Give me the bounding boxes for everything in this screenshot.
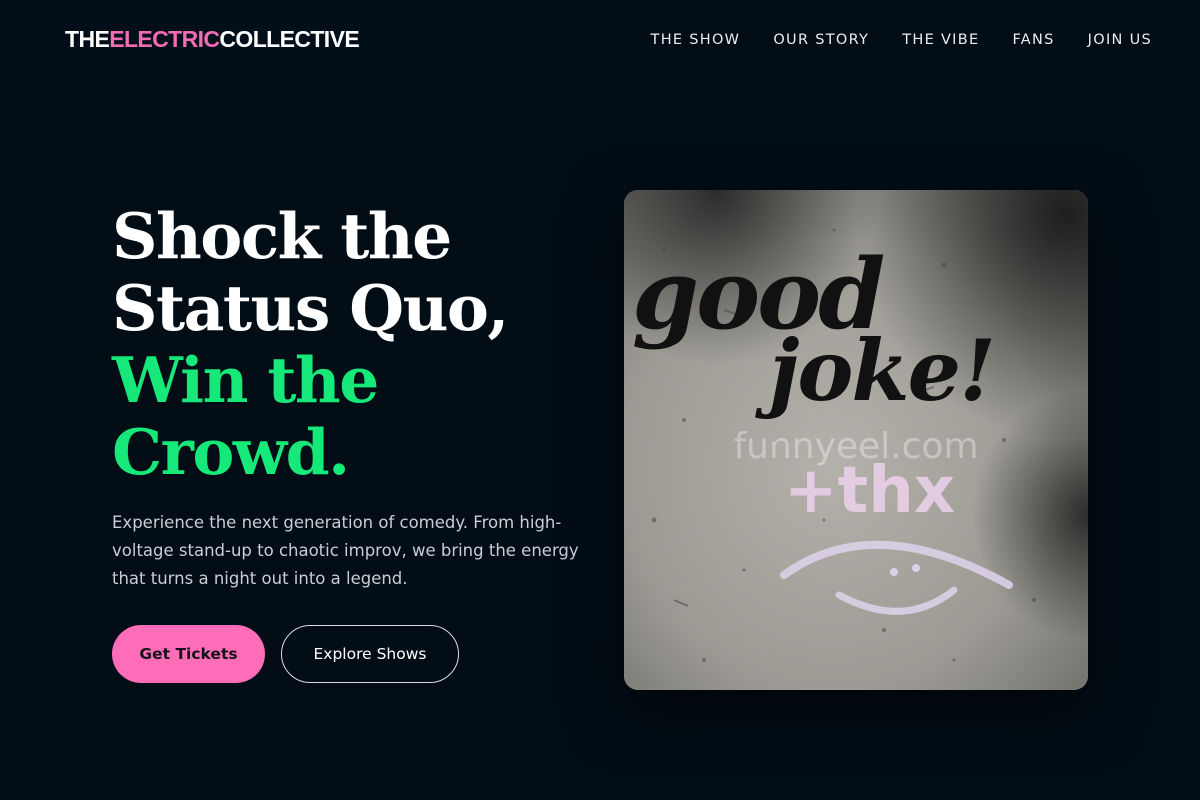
headline-line: Status Quo, — [112, 271, 509, 345]
hero-headline: Shock the Status Quo, Win the Crowd. — [112, 200, 592, 488]
graffiti-wall-image: good joke! +thx funnyeel.com — [624, 190, 1088, 690]
nav-link-fans[interactable]: FANS — [1012, 31, 1054, 49]
brand-accent: ELECTRIC — [109, 25, 220, 52]
brand-logo[interactable]: THE ELECTRIC COLLECTIVE — [48, 12, 378, 66]
get-tickets-button[interactable]: Get Tickets — [112, 625, 265, 683]
graffiti-text-joke: joke! — [755, 321, 994, 420]
explore-shows-button[interactable]: Explore Shows — [281, 625, 459, 683]
watermark-text: funnyeel.com — [733, 426, 978, 467]
headline-line: Shock the — [112, 199, 452, 273]
hero-image: good joke! +thx funnyeel.com — [624, 190, 1088, 690]
nav-link-the-vibe[interactable]: THE VIBE — [902, 31, 979, 49]
nav-link-the-show[interactable]: THE SHOW — [651, 31, 741, 49]
headline-accent-line: Win the — [112, 343, 379, 417]
headline-accent-line: Crowd. — [112, 415, 350, 489]
brand-suffix: COLLECTIVE — [219, 25, 360, 52]
main-nav: THE SHOW OUR STORY THE VIBE FANS JOIN US — [651, 31, 1152, 49]
brand-prefix: THE — [65, 25, 110, 52]
nav-link-our-story[interactable]: OUR STORY — [773, 31, 869, 49]
hero-description: Experience the next generation of comedy… — [112, 513, 579, 588]
nav-link-join-us[interactable]: JOIN US — [1088, 31, 1152, 49]
landing-page: THE ELECTRIC COLLECTIVE THE SHOW OUR STO… — [0, 0, 1200, 800]
